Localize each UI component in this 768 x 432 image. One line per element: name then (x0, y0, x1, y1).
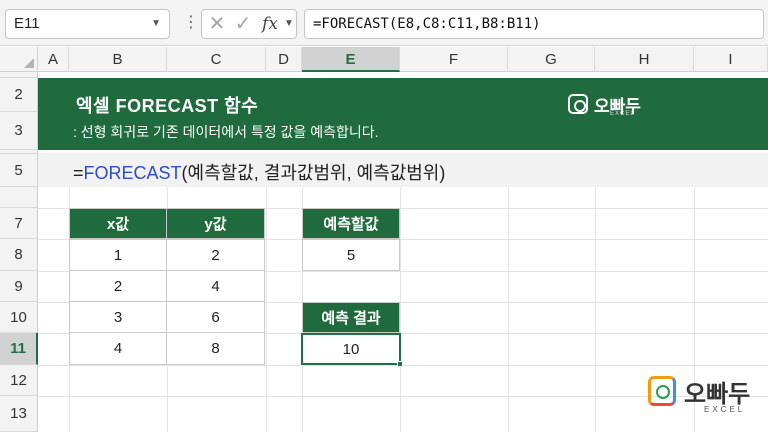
name-box[interactable]: E11 ▼ (5, 9, 170, 39)
select-all-icon (24, 58, 34, 68)
chevron-down-icon[interactable]: ▼ (151, 10, 161, 38)
row-header-12[interactable]: 12 (0, 365, 38, 396)
gridline (266, 187, 267, 432)
active-cell-outline (301, 333, 401, 365)
row-header-3[interactable]: 3 (0, 112, 38, 150)
fill-handle[interactable] (397, 361, 403, 367)
name-box-value: E11 (14, 15, 40, 32)
column-header-b[interactable]: B (69, 47, 167, 72)
logo-icon (648, 376, 676, 406)
column-header-i[interactable]: I (694, 47, 768, 72)
predict-input-value[interactable]: 5 (302, 239, 400, 271)
syntax-prefix: = (73, 163, 84, 183)
gridline (400, 187, 401, 432)
insert-function-button[interactable]: fx (258, 10, 282, 38)
formula-buttons: ✕ ✓ fx ▼ (201, 9, 297, 39)
column-header-d[interactable]: D (266, 47, 302, 72)
row-header-13[interactable]: 13 (0, 396, 38, 432)
table-cell-x[interactable]: 2 (69, 270, 167, 302)
table-header-x[interactable]: x값 (69, 208, 167, 239)
predict-input-header[interactable]: 예측할값 (302, 208, 400, 239)
table-cell-y[interactable]: 4 (166, 270, 265, 302)
enter-icon[interactable]: ✓ (232, 10, 254, 38)
table-cell-y[interactable]: 2 (166, 239, 265, 271)
row-header-5[interactable]: 5 (0, 154, 38, 187)
row-header-10[interactable]: 10 (0, 302, 38, 333)
row-header-6[interactable] (0, 187, 38, 208)
more-options-icon[interactable]: ⋮ (183, 12, 199, 36)
row-header-8[interactable]: 8 (0, 239, 38, 271)
column-header-g[interactable]: G (508, 47, 595, 72)
table-cell-y[interactable]: 6 (166, 301, 265, 333)
column-header-h[interactable]: H (595, 47, 694, 72)
function-syntax: =FORECAST(예측할값, 결과값범위, 예측값범위) (73, 159, 445, 185)
page-title: 엑셀 FORECAST 함수 (76, 96, 259, 116)
predict-result-header[interactable]: 예측 결과 (302, 302, 400, 333)
table-cell-x[interactable]: 3 (69, 301, 167, 333)
page-subtitle: : 선형 회귀로 기존 데이터에서 특정 값을 예측합니다. (73, 124, 379, 140)
chevron-down-icon[interactable]: ▼ (284, 18, 294, 29)
gridline (595, 187, 596, 432)
column-header-f[interactable]: F (400, 47, 508, 72)
brand-icon (568, 94, 588, 114)
table-cell-x[interactable]: 1 (69, 239, 167, 271)
row-header-2[interactable]: 2 (0, 78, 38, 112)
column-header-e[interactable]: E (302, 47, 400, 72)
watermark-sub: EXCEL (704, 405, 746, 414)
table-cell-y[interactable]: 8 (166, 332, 265, 365)
row-header-9[interactable]: 9 (0, 271, 38, 302)
syntax-function-name: FORECAST (83, 163, 182, 183)
gridline (508, 187, 509, 432)
formula-bar: E11 ▼ ⋮ ✕ ✓ fx ▼ =FORECAST(E8,C8:C11,B8:… (0, 0, 768, 46)
gridline (38, 365, 768, 366)
brand-subtitle: EXCEL (610, 111, 635, 117)
watermark-logo: 오빠두 EXCEL (648, 372, 766, 418)
watermark-name: 오빠두 (684, 381, 751, 408)
table-cell-x[interactable]: 4 (69, 332, 167, 365)
column-header-a[interactable]: A (38, 47, 69, 72)
row-header-11[interactable]: 11 (0, 333, 38, 365)
select-all-button[interactable] (0, 47, 38, 72)
column-header-c[interactable]: C (167, 47, 266, 72)
table-header-y[interactable]: y값 (166, 208, 265, 239)
formula-input[interactable]: =FORECAST(E8,C8:C11,B8:B11) (304, 9, 764, 39)
row-header-7[interactable]: 7 (0, 208, 38, 239)
syntax-arguments: (예측할값, 결과값범위, 예측값범위) (181, 163, 446, 183)
cancel-icon[interactable]: ✕ (206, 10, 228, 38)
